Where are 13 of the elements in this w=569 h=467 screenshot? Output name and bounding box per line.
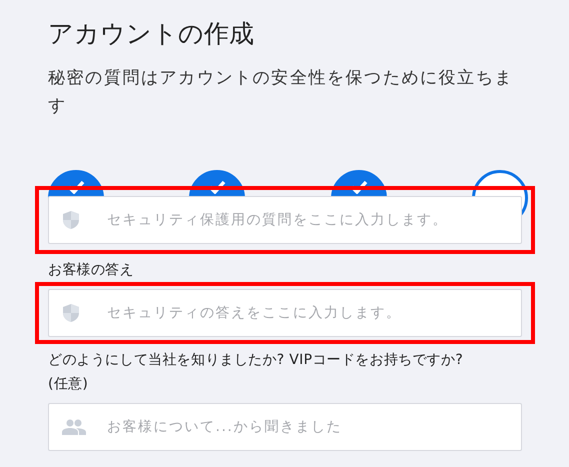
field-label: どのようにして当社を知りましたか? VIPコードをお持ちですか? <box>48 351 464 370</box>
check-icon <box>67 180 85 194</box>
input-field[interactable]: セキュリティの答えをここに入力します。 <box>48 289 522 337</box>
input-field[interactable]: セキュリティ保護用の質問をここに入力します。 <box>48 196 522 244</box>
shield-icon <box>62 303 80 323</box>
page-title: アカウントの作成 <box>48 18 255 50</box>
field-label: お客様の答え <box>48 261 135 280</box>
subtitle: 秘密の質問はアカウントの安全性を保つために役立ちます <box>48 67 514 118</box>
input-field[interactable]: お客様について...から聞きました <box>48 403 522 451</box>
shield-icon <box>62 210 80 230</box>
optional-note: (任意) <box>48 375 90 394</box>
people-icon <box>62 419 86 435</box>
check-icon <box>208 180 226 194</box>
